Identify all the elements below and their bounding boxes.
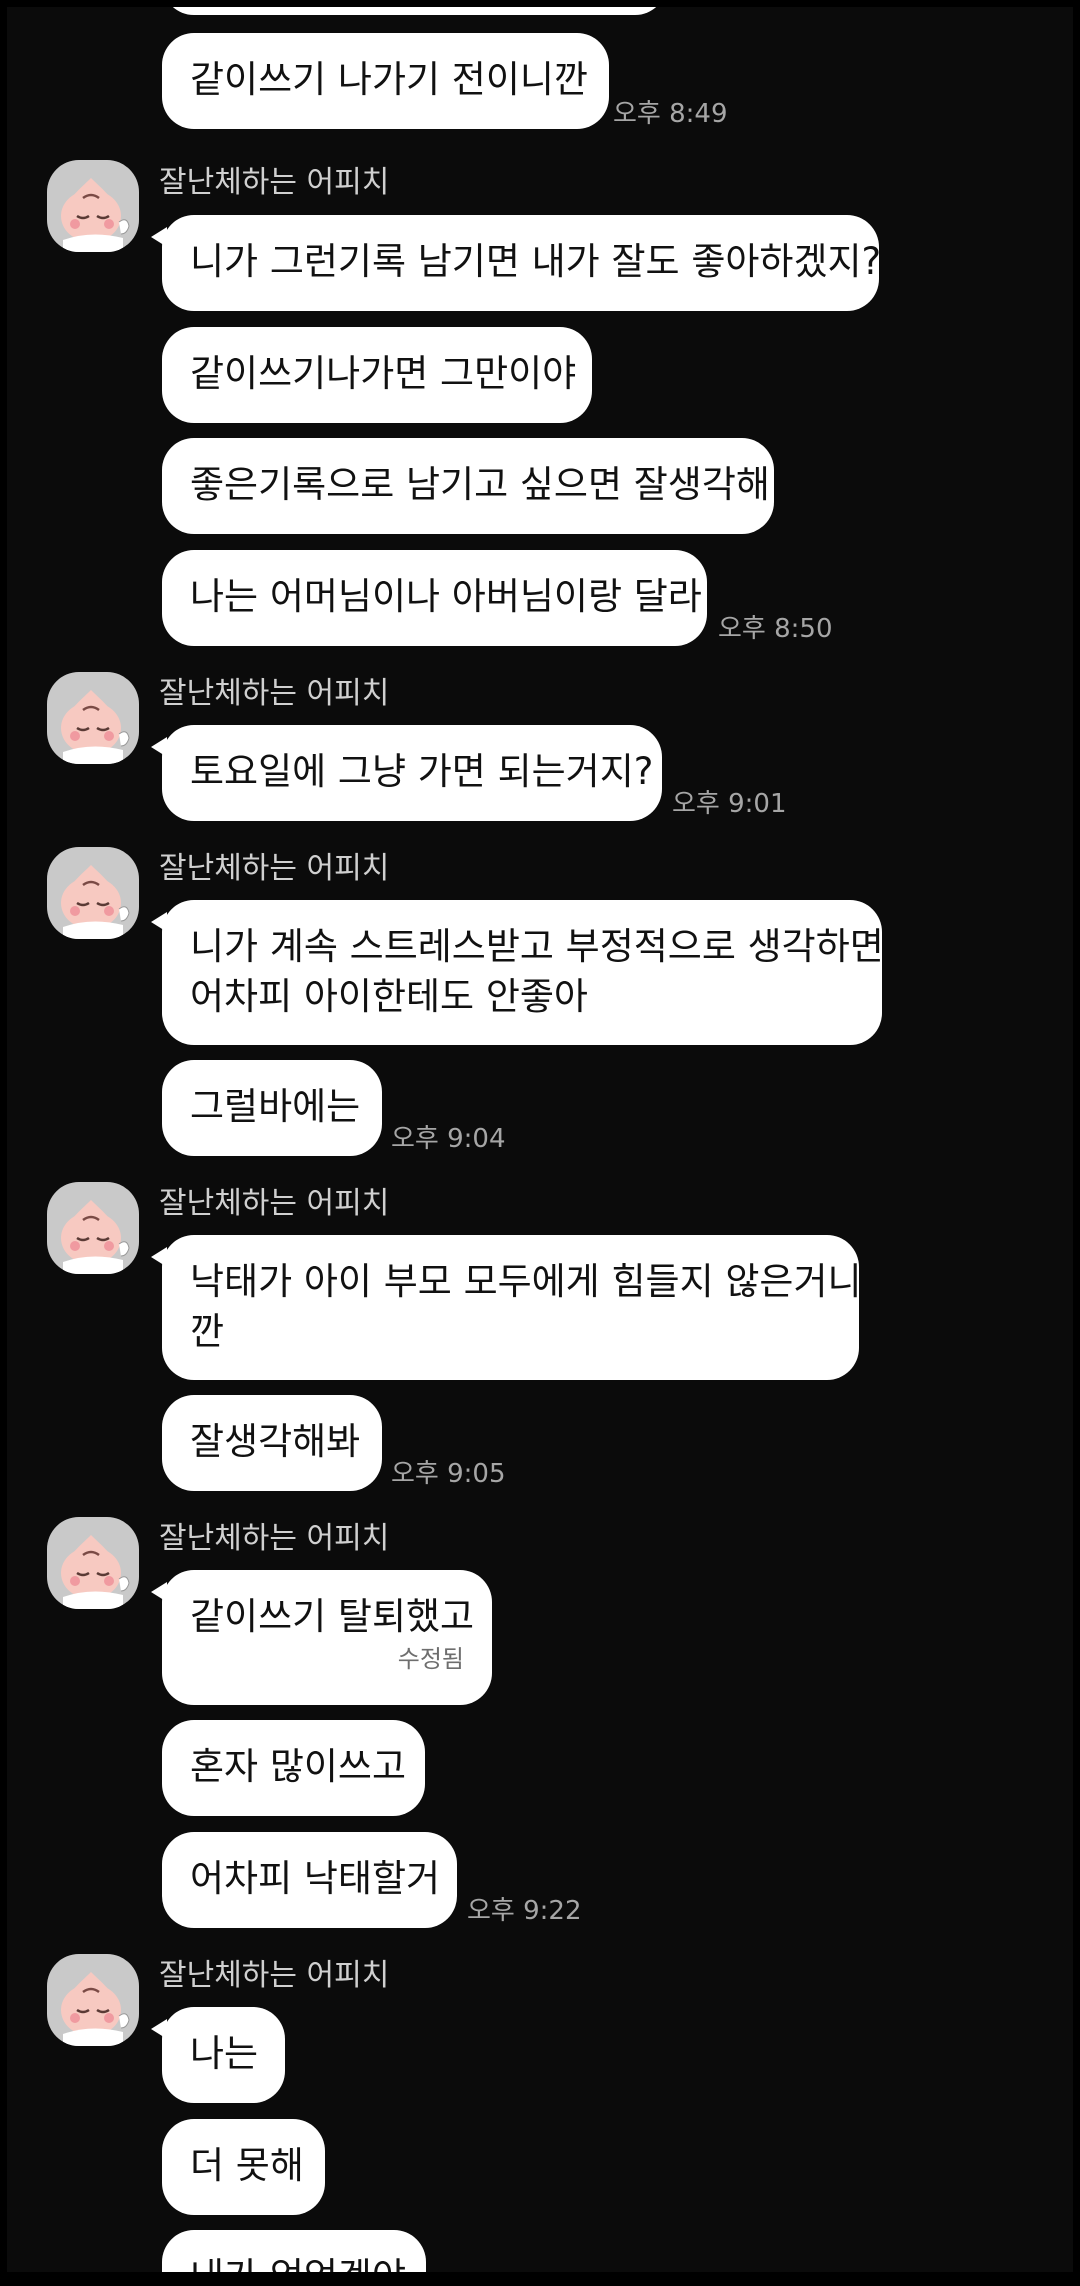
edited-label: 수정됨	[397, 1645, 464, 1673]
message-text-line: 니가 계속 스트레스받고 부정적으로 생각하면	[190, 925, 884, 968]
message-bubble[interactable]: 니가 그런기록 남기면 내가 잘도 좋아하겠지?	[151, 215, 882, 311]
message-bubble[interactable]: 좋은기록으로 남기고 싶으면 잘생각해	[162, 438, 774, 534]
message-time: 오후 9:04	[391, 1124, 506, 1154]
message-time: 오후 9:05	[391, 1459, 506, 1489]
message-text: 같이쓰기나가면 그만이야	[190, 352, 577, 395]
message-bubble-partial[interactable]	[162, 7, 667, 15]
message-time: 오후 8:49	[613, 99, 728, 129]
sender-name: 잘난체하는 어피치	[159, 676, 390, 711]
apeach-avatar-icon[interactable]	[47, 672, 139, 764]
message-bubble[interactable]: 더 못해	[162, 2119, 325, 2215]
message-bubble[interactable]: 낙태가 아이 부모 모두에게 힘들지 않은거니 깐	[151, 1235, 862, 1380]
message-text-line: 어차피 아이한테도 안좋아	[190, 975, 588, 1018]
apeach-avatar-icon[interactable]	[47, 847, 139, 939]
sender-name: 잘난체하는 어피치	[159, 851, 390, 886]
message-text: 어차피 낙태할거	[190, 1857, 441, 1900]
message-bubble[interactable]: 그럴바에는	[162, 1060, 382, 1156]
message-time: 오후 9:01	[672, 789, 787, 819]
message-text: 토요일에 그냥 가면 되는거지?	[190, 750, 654, 793]
message-text: 같이쓰기 탈퇴했고	[190, 1595, 475, 1638]
message-bubble[interactable]: 같이쓰기나가면 그만이야	[162, 327, 592, 423]
message-text: 잘생각해봐	[190, 1420, 361, 1463]
message-text: 나는 어머님이나 아버님이랑 달라	[190, 575, 702, 618]
apeach-avatar-icon[interactable]	[47, 1954, 139, 2046]
message-text: 나는	[190, 2032, 259, 2075]
sender-name: 잘난체하는 어피치	[159, 1958, 390, 1993]
message-text: 더 못해	[190, 2144, 304, 2187]
apeach-avatar-icon[interactable]	[47, 1182, 139, 1274]
message-bubble[interactable]: 잘생각해봐	[162, 1395, 382, 1491]
message-time: 오후 9:22	[467, 1896, 582, 1926]
message-text: 같이쓰기 나가기 전이니깐	[190, 58, 588, 101]
message-bubble[interactable]: 니가 계속 스트레스받고 부정적으로 생각하면 어차피 아이한테도 안좋아	[151, 900, 884, 1045]
sender-name: 잘난체하는 어피치	[159, 1186, 390, 1221]
message-bubble-partial[interactable]: 내가 억억겠야	[162, 2230, 426, 2272]
message-time: 오후 8:50	[718, 614, 833, 644]
message-text: 니가 그런기록 남기면 내가 잘도 좋아하겠지?	[190, 240, 882, 283]
sender-name: 잘난체하는 어피치	[159, 1521, 390, 1556]
message-text: 그럴바에는	[190, 1085, 361, 1128]
message-text: 내가 억억겠야	[190, 2252, 406, 2272]
message-text-line: 깐	[190, 1310, 225, 1353]
message-text: 좋은기록으로 남기고 싶으면 잘생각해	[190, 463, 770, 506]
apeach-avatar-icon[interactable]	[47, 160, 139, 252]
message-text: 혼자 많이쓰고	[190, 1745, 407, 1788]
sender-name: 잘난체하는 어피치	[159, 165, 390, 200]
chat-screen[interactable]: 같이쓰기 나가기 전이니깐 오후 8:49 잘난체하는 어피치 니가 그런기록 …	[7, 7, 1073, 2272]
message-bubble[interactable]: 같이쓰기 나가기 전이니깐	[162, 33, 609, 129]
message-bubble[interactable]: 같이쓰기 탈퇴했고 수정됨	[151, 1570, 492, 1705]
message-bubble[interactable]: 혼자 많이쓰고	[162, 1720, 425, 1816]
message-bubble[interactable]: 나는	[151, 2007, 285, 2103]
apeach-avatar-icon[interactable]	[47, 1517, 139, 1609]
message-bubble[interactable]: 어차피 낙태할거	[162, 1832, 457, 1928]
message-text-line: 낙태가 아이 부모 모두에게 힘들지 않은거니	[190, 1260, 862, 1303]
message-bubble[interactable]: 토요일에 그냥 가면 되는거지?	[151, 725, 662, 821]
message-bubble[interactable]: 나는 어머님이나 아버님이랑 달라	[162, 550, 707, 646]
